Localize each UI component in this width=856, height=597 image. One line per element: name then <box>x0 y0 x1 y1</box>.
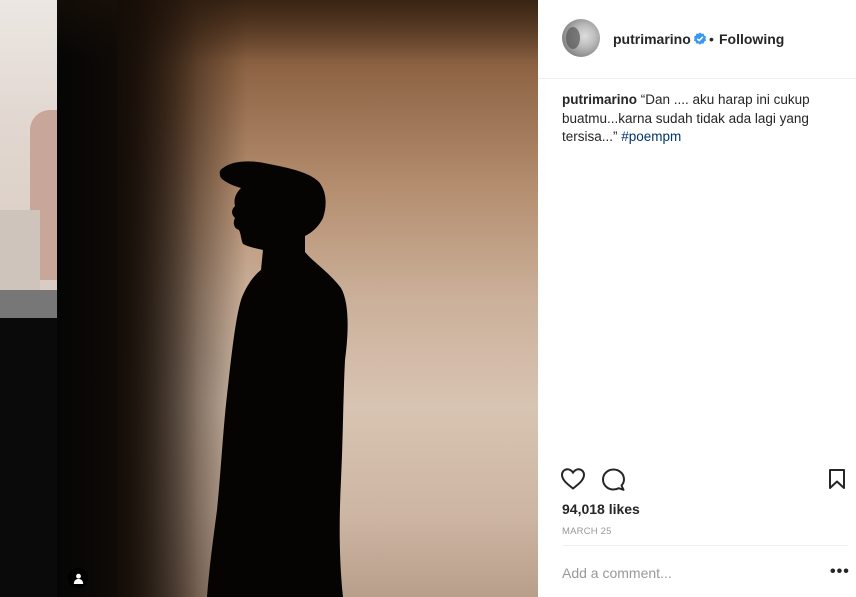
thumbnail-strip <box>0 290 57 318</box>
user-tag-button[interactable] <box>68 568 88 588</box>
username-link[interactable]: putrimarino <box>613 31 691 47</box>
like-count[interactable]: 94,018 likes <box>562 501 640 517</box>
following-button[interactable]: Following <box>719 31 784 47</box>
verified-badge-icon <box>694 32 706 45</box>
post-photo[interactable] <box>57 0 538 597</box>
avatar[interactable] <box>562 19 600 57</box>
background-post-thumbnail <box>0 0 57 597</box>
post-date[interactable]: MARCH 25 <box>562 526 612 537</box>
comment-icon[interactable] <box>601 467 626 492</box>
bookmark-icon[interactable] <box>828 468 846 490</box>
hashtag-link[interactable]: #poempm <box>621 129 681 144</box>
comment-input[interactable]: Add a comment... <box>562 565 672 581</box>
thumbnail-figure-base <box>0 210 40 290</box>
previous-post-image[interactable] <box>0 0 57 290</box>
heart-icon[interactable] <box>560 467 586 491</box>
divider <box>562 545 848 546</box>
action-bar <box>538 460 856 500</box>
separator-dot: • <box>709 31 714 47</box>
user-tag-icon <box>73 573 83 584</box>
post-caption: putrimarino “Dan .... aku harap ini cuku… <box>562 91 832 147</box>
post-header: putrimarino • Following <box>538 0 856 79</box>
post-side-panel: putrimarino • Following putrimarino “Dan… <box>538 0 856 597</box>
silhouette-figure <box>207 161 348 597</box>
caption-username[interactable]: putrimarino <box>562 92 637 107</box>
more-options-button[interactable]: ••• <box>830 563 850 581</box>
